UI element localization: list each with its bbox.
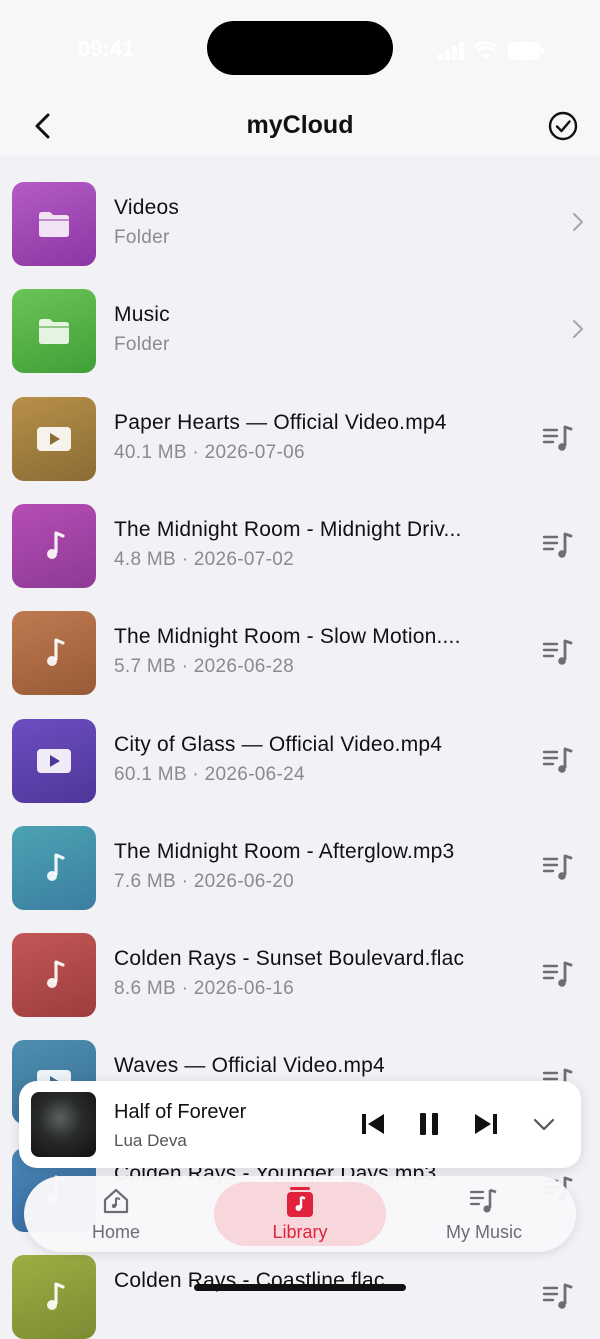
home-icon (103, 1188, 129, 1214)
video-thumbnail (12, 718, 96, 803)
folder-row[interactable]: Videos Folder (0, 156, 600, 266)
file-row[interactable]: The Midnight Room - Slow Motion.... 5.7 M… (0, 585, 600, 696)
page-title: myCloud (246, 111, 354, 139)
audio-thumbnail (12, 503, 96, 588)
chevron-right-icon (572, 319, 584, 344)
folder-icon (39, 319, 69, 345)
file-row[interactable]: The Midnight Room - Afterglow.mp3 7.6 MB … (0, 800, 600, 910)
pause-icon[interactable] (417, 1111, 441, 1137)
video-icon (37, 748, 71, 773)
music-note-icon (47, 853, 65, 881)
video-icon (37, 426, 71, 451)
file-meta: 4.8 MB · 2026-07-02 (114, 548, 294, 570)
audio-thumbnail (12, 825, 96, 910)
add-to-queue-icon[interactable] (542, 423, 574, 458)
file-name: The Midnight Room - Afterglow.mp3 (114, 839, 455, 863)
previous-track-icon[interactable] (360, 1111, 386, 1137)
tab-my-music-label: My Music (446, 1222, 522, 1242)
now-playing-title: Half of Forever (114, 1101, 247, 1123)
add-to-queue-icon[interactable] (542, 530, 574, 565)
file-row[interactable]: The Midnight Room - Midnight Driv... 4.8 … (0, 478, 600, 588)
file-meta: 60.1 MB · 2026-06-24 (114, 763, 305, 785)
file-name: Colden Rays - Sunset Boulevard.flac (114, 947, 465, 971)
status-bar: 09:41 (0, 0, 600, 100)
folder-type: Folder (114, 334, 170, 356)
folder-name: Videos (114, 196, 180, 219)
file-row[interactable]: Colden Rays - Sunset Boulevard.flac 8.6 M… (0, 907, 600, 1018)
home-indicator (194, 1284, 406, 1291)
select-check-icon[interactable] (548, 111, 578, 141)
folder-thumbnail (12, 289, 96, 374)
signal-icon (438, 42, 464, 60)
music-note-icon (47, 638, 65, 667)
tab-home-label: Home (91, 1222, 140, 1242)
file-meta: 40.1 MB · 2026-07-06 (114, 441, 305, 463)
audio-thumbnail (12, 611, 96, 696)
folder-row[interactable]: Music Folder (0, 263, 600, 374)
album-art[interactable] (31, 1092, 96, 1157)
file-meta: 8.6 MB · 2026-06-16 (114, 978, 294, 1000)
dynamic-island (207, 21, 393, 75)
music-note-icon (47, 960, 65, 989)
audio-thumbnail (12, 1255, 96, 1339)
file-row[interactable]: City of Glass — Official Video.mp4 60.1 M… (0, 693, 600, 803)
file-row[interactable]: Paper Hearts — Official Video.mp4 40.1 MB… (0, 371, 600, 481)
music-note-icon (47, 531, 65, 559)
file-meta: 7.6 MB · 2026-06-20 (114, 870, 294, 892)
folder-name: Music (114, 303, 170, 327)
video-thumbnail (12, 396, 96, 481)
music-note-icon (47, 1282, 65, 1310)
wifi-icon (474, 42, 498, 59)
status-time: 09:41 (78, 36, 135, 61)
add-to-queue-icon[interactable] (542, 852, 574, 887)
add-to-queue-icon[interactable] (542, 745, 574, 780)
file-name: Paper Hearts — Official Video.mp4 (114, 410, 447, 434)
library-icon (287, 1187, 313, 1217)
tab-library-label: Library (272, 1222, 328, 1242)
my-music-icon (469, 1188, 497, 1213)
mini-player[interactable]: Half of Forever Lua Deva (19, 1081, 581, 1168)
navigation-bar: myCloud (0, 100, 600, 156)
now-playing-artist: Lua Deva (114, 1131, 187, 1150)
next-track-icon[interactable] (473, 1111, 499, 1137)
tab-library[interactable]: Library (214, 1182, 386, 1246)
tab-home[interactable]: Home (54, 1176, 178, 1252)
add-to-queue-icon[interactable] (542, 1281, 574, 1316)
add-to-queue-icon[interactable] (542, 637, 574, 672)
add-to-queue-icon[interactable] (542, 959, 574, 994)
file-name: The Midnight Room - Midnight Driv... (114, 517, 462, 541)
folder-icon (39, 212, 69, 237)
audio-thumbnail (12, 933, 96, 1018)
battery-icon (508, 42, 544, 60)
chevron-right-icon (572, 212, 584, 237)
status-icons (438, 42, 544, 60)
folder-thumbnail (12, 182, 96, 266)
file-name: Waves — Official Video.mp4 (114, 1054, 385, 1078)
file-name: The Midnight Room - Slow Motion.... (114, 625, 461, 649)
tab-my-music[interactable]: My Music (424, 1176, 544, 1252)
file-name: City of Glass — Official Video.mp4 (114, 732, 443, 756)
tab-bar: Home Library My Music (24, 1176, 576, 1252)
file-meta: 5.7 MB · 2026-06-28 (114, 656, 294, 678)
collapse-chevron-icon[interactable] (533, 1114, 555, 1134)
folder-type: Folder (114, 227, 170, 248)
